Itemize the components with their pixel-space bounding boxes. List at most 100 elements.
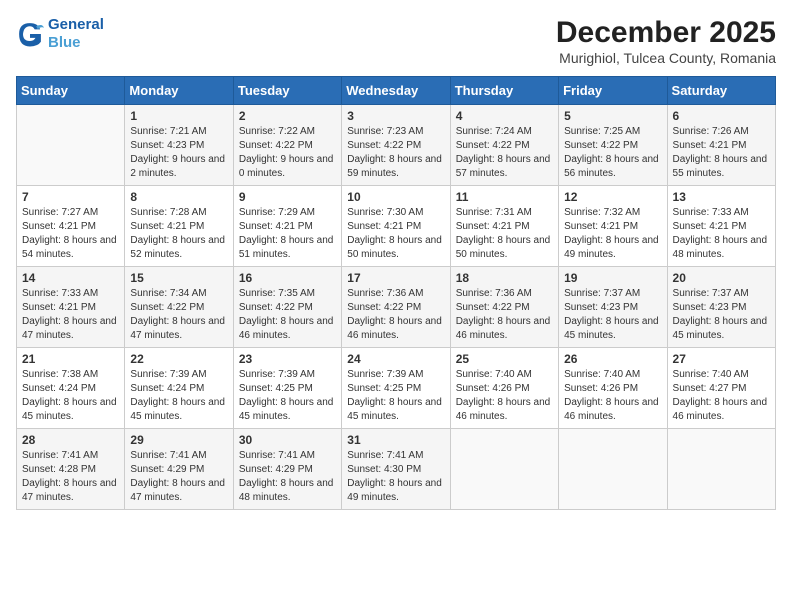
day-info: Sunrise: 7:41 AMSunset: 4:29 PMDaylight:… xyxy=(239,449,336,505)
calendar-cell: 24 Sunrise: 7:39 AMSunset: 4:25 PMDayligh… xyxy=(342,348,450,429)
day-number: 19 xyxy=(564,271,661,285)
calendar-cell: 29 Sunrise: 7:41 AMSunset: 4:29 PMDayligh… xyxy=(125,429,233,510)
calendar-cell: 16Sunrise: 7:35 AMSunset: 4:22 PMDayligh… xyxy=(233,267,341,348)
calendar-cell: 13Sunrise: 7:33 AMSunset: 4:21 PMDayligh… xyxy=(667,186,775,267)
day-number: 6 xyxy=(673,109,770,123)
calendar-cell: 5 Sunrise: 7:25 AMSunset: 4:22 PMDaylight… xyxy=(559,105,667,186)
day-number: 3 xyxy=(347,109,444,123)
page-header: General Blue December 2025 Murighiol, Tu… xyxy=(16,16,776,66)
day-number: 26 xyxy=(564,352,661,366)
day-number: 8 xyxy=(130,190,227,204)
week-row-1: 1Sunrise: 7:21 AMSunset: 4:23 PMDaylight… xyxy=(17,105,776,186)
weekday-header-tuesday: Tuesday xyxy=(233,77,341,105)
calendar-cell: 4 Sunrise: 7:24 AMSunset: 4:22 PMDaylight… xyxy=(450,105,558,186)
location: Murighiol, Tulcea County, Romania xyxy=(556,50,776,66)
day-number: 22 xyxy=(130,352,227,366)
calendar-cell: 9Sunrise: 7:29 AMSunset: 4:21 PMDaylight… xyxy=(233,186,341,267)
weekday-header-monday: Monday xyxy=(125,77,233,105)
calendar-cell: 21 Sunrise: 7:38 AMSunset: 4:24 PMDayligh… xyxy=(17,348,125,429)
day-number: 4 xyxy=(456,109,553,123)
day-info: Sunrise: 7:24 AMSunset: 4:22 PMDaylight:… xyxy=(456,125,553,181)
day-number: 24 xyxy=(347,352,444,366)
day-info: Sunrise: 7:36 AMSunset: 4:22 PMDaylight:… xyxy=(347,287,444,343)
day-number: 10 xyxy=(347,190,444,204)
day-info: Sunrise: 7:37 AMSunset: 4:23 PMDaylight:… xyxy=(564,287,661,343)
day-info: Sunrise: 7:33 AMSunset: 4:21 PMDaylight:… xyxy=(22,287,119,343)
day-info: Sunrise: 7:28 AMSunset: 4:21 PMDaylight:… xyxy=(130,206,227,262)
day-info: Sunrise: 7:29 AMSunset: 4:21 PMDaylight:… xyxy=(239,206,336,262)
calendar-cell xyxy=(667,429,775,510)
title-block: December 2025 Murighiol, Tulcea County, … xyxy=(556,16,776,66)
day-number: 29 xyxy=(130,433,227,447)
calendar-cell: 27 Sunrise: 7:40 AMSunset: 4:27 PMDayligh… xyxy=(667,348,775,429)
day-number: 5 xyxy=(564,109,661,123)
day-info: Sunrise: 7:30 AMSunset: 4:21 PMDaylight:… xyxy=(347,206,444,262)
calendar-cell: 22 Sunrise: 7:39 AMSunset: 4:24 PMDayligh… xyxy=(125,348,233,429)
day-info: Sunrise: 7:41 AMSunset: 4:30 PMDaylight:… xyxy=(347,449,444,505)
calendar-cell: 12 Sunrise: 7:32 AMSunset: 4:21 PMDayligh… xyxy=(559,186,667,267)
day-number: 18 xyxy=(456,271,553,285)
weekday-header-row: SundayMondayTuesdayWednesdayThursdayFrid… xyxy=(17,77,776,105)
day-info: Sunrise: 7:32 AMSunset: 4:21 PMDaylight:… xyxy=(564,206,661,262)
day-number: 2 xyxy=(239,109,336,123)
day-info: Sunrise: 7:41 AMSunset: 4:29 PMDaylight:… xyxy=(130,449,227,505)
calendar-cell: 17Sunrise: 7:36 AMSunset: 4:22 PMDayligh… xyxy=(342,267,450,348)
day-number: 13 xyxy=(673,190,770,204)
calendar-cell: 25 Sunrise: 7:40 AMSunset: 4:26 PMDayligh… xyxy=(450,348,558,429)
calendar-cell xyxy=(559,429,667,510)
day-info: Sunrise: 7:39 AMSunset: 4:25 PMDaylight:… xyxy=(347,368,444,424)
week-row-5: 28 Sunrise: 7:41 AMSunset: 4:28 PMDayligh… xyxy=(17,429,776,510)
logo-line2: Blue xyxy=(48,34,81,51)
day-number: 12 xyxy=(564,190,661,204)
day-number: 1 xyxy=(130,109,227,123)
weekday-header-friday: Friday xyxy=(559,77,667,105)
day-info: Sunrise: 7:38 AMSunset: 4:24 PMDaylight:… xyxy=(22,368,119,424)
calendar-cell: 2 Sunrise: 7:22 AMSunset: 4:22 PMDaylight… xyxy=(233,105,341,186)
month-year: December 2025 xyxy=(556,16,776,50)
day-info: Sunrise: 7:36 AMSunset: 4:22 PMDaylight:… xyxy=(456,287,553,343)
day-info: Sunrise: 7:22 AMSunset: 4:22 PMDaylight:… xyxy=(239,125,336,181)
logo-line1: General xyxy=(48,16,104,33)
day-info: Sunrise: 7:25 AMSunset: 4:22 PMDaylight:… xyxy=(564,125,661,181)
weekday-header-wednesday: Wednesday xyxy=(342,77,450,105)
day-info: Sunrise: 7:39 AMSunset: 4:24 PMDaylight:… xyxy=(130,368,227,424)
weekday-header-sunday: Sunday xyxy=(17,77,125,105)
calendar-cell: 6 Sunrise: 7:26 AMSunset: 4:21 PMDaylight… xyxy=(667,105,775,186)
day-info: Sunrise: 7:39 AMSunset: 4:25 PMDaylight:… xyxy=(239,368,336,424)
day-info: Sunrise: 7:40 AMSunset: 4:26 PMDaylight:… xyxy=(456,368,553,424)
day-number: 16 xyxy=(239,271,336,285)
calendar-cell: 11Sunrise: 7:31 AMSunset: 4:21 PMDayligh… xyxy=(450,186,558,267)
day-number: 14 xyxy=(22,271,119,285)
week-row-2: 7 Sunrise: 7:27 AMSunset: 4:21 PMDaylight… xyxy=(17,186,776,267)
day-info: Sunrise: 7:41 AMSunset: 4:28 PMDaylight:… xyxy=(22,449,119,505)
calendar-cell: 15 Sunrise: 7:34 AMSunset: 4:22 PMDayligh… xyxy=(125,267,233,348)
day-info: Sunrise: 7:34 AMSunset: 4:22 PMDaylight:… xyxy=(130,287,227,343)
weekday-header-thursday: Thursday xyxy=(450,77,558,105)
calendar-cell xyxy=(17,105,125,186)
day-number: 27 xyxy=(673,352,770,366)
day-info: Sunrise: 7:37 AMSunset: 4:23 PMDaylight:… xyxy=(673,287,770,343)
day-number: 20 xyxy=(673,271,770,285)
day-number: 28 xyxy=(22,433,119,447)
calendar-cell: 10 Sunrise: 7:30 AMSunset: 4:21 PMDayligh… xyxy=(342,186,450,267)
calendar-cell: 8 Sunrise: 7:28 AMSunset: 4:21 PMDaylight… xyxy=(125,186,233,267)
day-number: 7 xyxy=(22,190,119,204)
day-info: Sunrise: 7:40 AMSunset: 4:27 PMDaylight:… xyxy=(673,368,770,424)
day-number: 31 xyxy=(347,433,444,447)
day-number: 25 xyxy=(456,352,553,366)
day-info: Sunrise: 7:27 AMSunset: 4:21 PMDaylight:… xyxy=(22,206,119,262)
calendar-cell: 20 Sunrise: 7:37 AMSunset: 4:23 PMDayligh… xyxy=(667,267,775,348)
calendar-cell: 7 Sunrise: 7:27 AMSunset: 4:21 PMDaylight… xyxy=(17,186,125,267)
day-number: 30 xyxy=(239,433,336,447)
calendar-cell: 31 Sunrise: 7:41 AMSunset: 4:30 PMDayligh… xyxy=(342,429,450,510)
calendar-table: SundayMondayTuesdayWednesdayThursdayFrid… xyxy=(16,76,776,510)
day-number: 21 xyxy=(22,352,119,366)
calendar-cell: 28 Sunrise: 7:41 AMSunset: 4:28 PMDayligh… xyxy=(17,429,125,510)
day-info: Sunrise: 7:26 AMSunset: 4:21 PMDaylight:… xyxy=(673,125,770,181)
calendar-cell xyxy=(450,429,558,510)
day-info: Sunrise: 7:23 AMSunset: 4:22 PMDaylight:… xyxy=(347,125,444,181)
logo-icon xyxy=(16,20,44,48)
day-number: 15 xyxy=(130,271,227,285)
week-row-3: 14 Sunrise: 7:33 AMSunset: 4:21 PMDayligh… xyxy=(17,267,776,348)
calendar-cell: 26Sunrise: 7:40 AMSunset: 4:26 PMDayligh… xyxy=(559,348,667,429)
